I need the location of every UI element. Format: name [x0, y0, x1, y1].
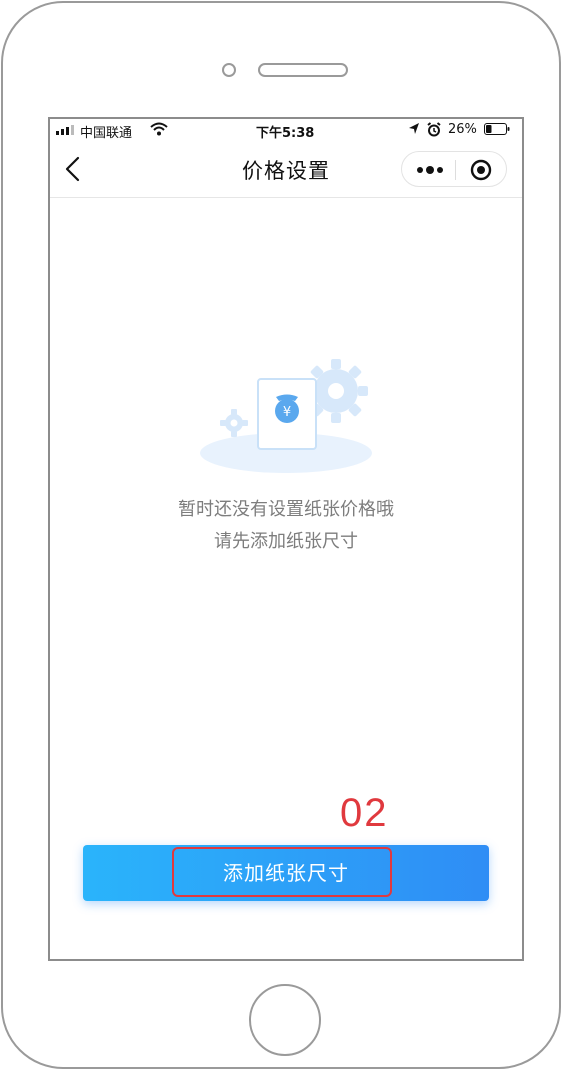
front-camera: [222, 63, 236, 77]
phone-frame: 中国联通 下午5:38 26% 价格设置 ¥ 暂时还没有设置纸张价格哦 请先添加…: [1, 1, 561, 1069]
phone-screen: 中国联通 下午5:38 26% 价格设置 ¥ 暂时还没有设置纸张价格哦 请先添加…: [48, 117, 524, 961]
empty-state-illustration: ¥: [200, 359, 372, 473]
mini-program-capsule: [401, 151, 507, 187]
battery-percent: 26%: [448, 122, 477, 137]
location-icon: [409, 123, 419, 134]
annotation-highlight-box: [172, 847, 392, 897]
navigation-bar: 价格设置: [50, 141, 522, 198]
empty-hint: 请先添加纸张尺寸: [214, 531, 358, 552]
empty-message: 暂时还没有设置纸张价格哦: [178, 499, 394, 520]
target-icon[interactable]: [470, 159, 492, 181]
carrier-name: 中国联通: [80, 126, 133, 141]
more-dots-icon[interactable]: [416, 162, 444, 178]
annotation-step-number: 02: [340, 791, 389, 835]
alarm-icon: [427, 122, 441, 137]
yen-symbol: ¥: [283, 405, 291, 420]
status-time: 下午5:38: [256, 126, 315, 141]
signal-icon: [56, 125, 74, 135]
wifi-icon: [150, 122, 168, 136]
status-bar: 中国联通 下午5:38 26%: [50, 119, 522, 141]
capsule-divider: [455, 160, 456, 180]
battery-icon: [484, 123, 510, 135]
home-button[interactable]: [249, 984, 321, 1056]
earpiece-speaker: [258, 63, 348, 77]
